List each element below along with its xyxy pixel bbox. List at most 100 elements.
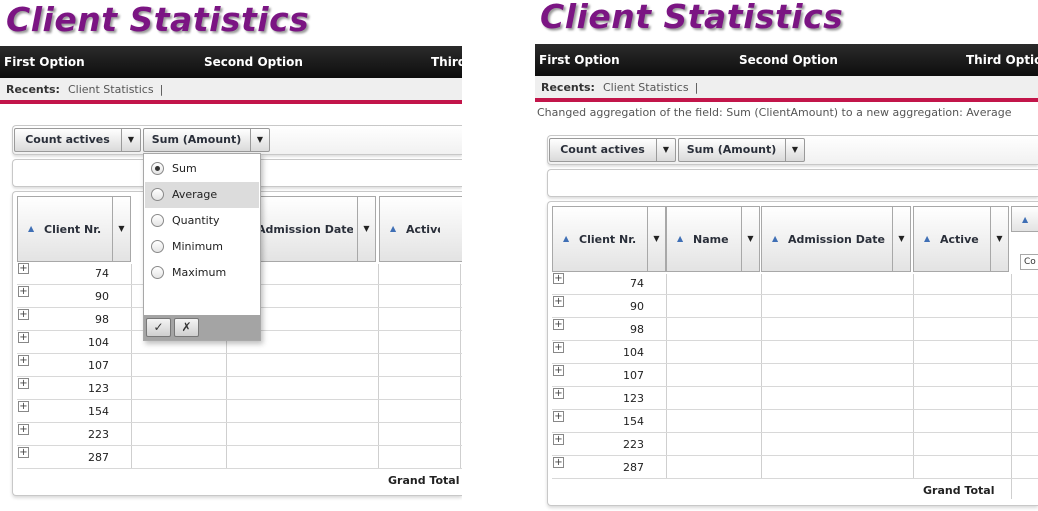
radio-icon[interactable]: [151, 266, 164, 279]
plus-box-icon[interactable]: +: [18, 263, 29, 274]
sum-amount-button[interactable]: Sum (Amount) ▼: [678, 138, 805, 162]
dropdown-arrow-icon[interactable]: ▼: [892, 207, 910, 271]
nav-first-option[interactable]: First Option: [539, 44, 620, 76]
plus-box-icon[interactable]: +: [18, 401, 29, 412]
recents-label: Recents:: [541, 81, 595, 94]
pivot-grid: ▲ Client Nr. ▼ ▲ Name ▼ ▲ Admission Date…: [547, 201, 1038, 506]
client-nr-cell: 107: [623, 369, 644, 382]
plus-box-icon[interactable]: +: [553, 342, 564, 353]
table-row: +287: [17, 446, 462, 469]
table-row: +223: [17, 423, 462, 446]
table-row: +287: [552, 456, 1038, 479]
radio-icon[interactable]: [151, 214, 164, 227]
option-minimum[interactable]: Minimum: [145, 234, 259, 260]
client-nr-cell: 154: [88, 405, 109, 418]
nav-first-option[interactable]: First Option: [4, 46, 85, 78]
dropdown-arrow-icon[interactable]: ▼: [990, 207, 1008, 271]
sum-amount-button[interactable]: Sum (Amount) ▼: [143, 128, 270, 152]
plus-box-icon[interactable]: +: [18, 286, 29, 297]
sort-ascending-icon[interactable]: ▲: [1022, 215, 1028, 224]
recents-link-client-statistics[interactable]: Client Statistics: [603, 81, 689, 94]
plus-box-icon[interactable]: +: [553, 273, 564, 284]
sort-ascending-icon[interactable]: ▲: [390, 224, 396, 233]
sort-ascending-icon[interactable]: ▲: [28, 224, 34, 233]
column-header-value[interactable]: ▲: [1011, 206, 1038, 232]
radio-selected-icon[interactable]: [151, 162, 164, 175]
column-label-client-nr: Client Nr.: [579, 233, 637, 246]
filter-area[interactable]: [547, 169, 1038, 197]
plus-box-icon[interactable]: +: [553, 296, 564, 307]
nav-third-option[interactable]: Third Option: [966, 44, 1038, 76]
client-nr-cell: 223: [623, 438, 644, 451]
recents-bar: Recents: Client Statistics |: [535, 76, 1038, 102]
status-message: Changed aggregation of the field: Sum (C…: [537, 106, 1012, 119]
dropdown-arrow-icon[interactable]: ▼: [741, 207, 759, 271]
nav-second-option[interactable]: Second Option: [739, 44, 838, 76]
app-title: Client Statistics: [540, 0, 844, 36]
chevron-down-icon[interactable]: ▼: [656, 139, 675, 161]
count-actives-label: Count actives: [560, 143, 645, 156]
dropdown-arrow-icon[interactable]: ▼: [357, 197, 375, 261]
chevron-down-icon[interactable]: ▼: [121, 129, 140, 151]
option-quantity[interactable]: Quantity: [145, 208, 259, 234]
table-row: +98: [552, 318, 1038, 341]
chevron-down-icon[interactable]: ▼: [250, 129, 269, 151]
top-navigation: First Option Second Option Third Option: [0, 46, 462, 78]
table-row: +223: [552, 433, 1038, 456]
dropdown-arrow-icon[interactable]: ▼: [112, 197, 130, 261]
client-nr-cell: 74: [95, 267, 109, 280]
client-nr-cell: 98: [630, 323, 644, 336]
plus-box-icon[interactable]: +: [553, 388, 564, 399]
top-navigation: First Option Second Option Third Option: [535, 44, 1038, 76]
plus-box-icon[interactable]: +: [553, 319, 564, 330]
table-row: +107: [552, 364, 1038, 387]
column-header-active[interactable]: ▲ Active: [379, 196, 462, 262]
table-row: +154: [17, 400, 462, 423]
grand-total-label: Grand Total: [388, 474, 460, 487]
nav-third-option[interactable]: Third Option: [431, 46, 462, 78]
plus-box-icon[interactable]: +: [18, 447, 29, 458]
option-quantity-label: Quantity: [172, 214, 220, 227]
column-label-name: Name: [693, 233, 729, 246]
count-actives-button[interactable]: Count actives ▼: [14, 128, 141, 152]
option-maximum[interactable]: Maximum: [145, 260, 259, 286]
sort-ascending-icon[interactable]: ▲: [924, 234, 930, 243]
dropdown-footer: ✓ ✗: [144, 315, 260, 340]
table-row: +123: [552, 387, 1038, 410]
option-average[interactable]: Average: [145, 182, 259, 208]
plus-box-icon[interactable]: +: [553, 365, 564, 376]
client-nr-cell: 90: [95, 290, 109, 303]
column-label-admission-date: Admission Date: [257, 223, 353, 236]
sort-ascending-icon[interactable]: ▲: [772, 234, 778, 243]
client-nr-cell: 104: [88, 336, 109, 349]
client-nr-cell: 287: [623, 461, 644, 474]
plus-box-icon[interactable]: +: [553, 411, 564, 422]
plus-box-icon[interactable]: +: [18, 332, 29, 343]
nav-second-option[interactable]: Second Option: [204, 46, 303, 78]
column-header-client-nr[interactable]: ▲ Client Nr. ▼: [552, 206, 666, 272]
plus-box-icon[interactable]: +: [18, 424, 29, 435]
checkmark-icon[interactable]: ✓: [146, 318, 171, 337]
count-actives-button[interactable]: Count actives ▼: [549, 138, 676, 162]
column-header-client-nr[interactable]: ▲ Client Nr. ▼: [17, 196, 131, 262]
dropdown-arrow-icon[interactable]: ▼: [647, 207, 665, 271]
radio-icon[interactable]: [151, 188, 164, 201]
plus-box-icon[interactable]: +: [18, 355, 29, 366]
plus-box-icon[interactable]: +: [18, 309, 29, 320]
column-header-admission-date[interactable]: ▲ Admission Date ▼: [761, 206, 911, 272]
recents-link-client-statistics[interactable]: Client Statistics: [68, 83, 154, 96]
recents-label: Recents:: [6, 83, 60, 96]
plus-box-icon[interactable]: +: [553, 457, 564, 468]
radio-icon[interactable]: [151, 240, 164, 253]
column-header-name[interactable]: ▲ Name ▼: [666, 206, 760, 272]
sort-ascending-icon[interactable]: ▲: [563, 234, 569, 243]
close-icon[interactable]: ✗: [174, 318, 199, 337]
plus-box-icon[interactable]: +: [553, 434, 564, 445]
column-header-active[interactable]: ▲ Active ▼: [913, 206, 1009, 272]
aggregation-toolbar: Count actives ▼ Sum (Amount) ▼: [547, 135, 1038, 165]
plus-box-icon[interactable]: +: [18, 378, 29, 389]
sort-ascending-icon[interactable]: ▲: [677, 234, 683, 243]
option-sum[interactable]: Sum: [145, 156, 259, 182]
client-nr-cell: 223: [88, 428, 109, 441]
chevron-down-icon[interactable]: ▼: [785, 139, 804, 161]
